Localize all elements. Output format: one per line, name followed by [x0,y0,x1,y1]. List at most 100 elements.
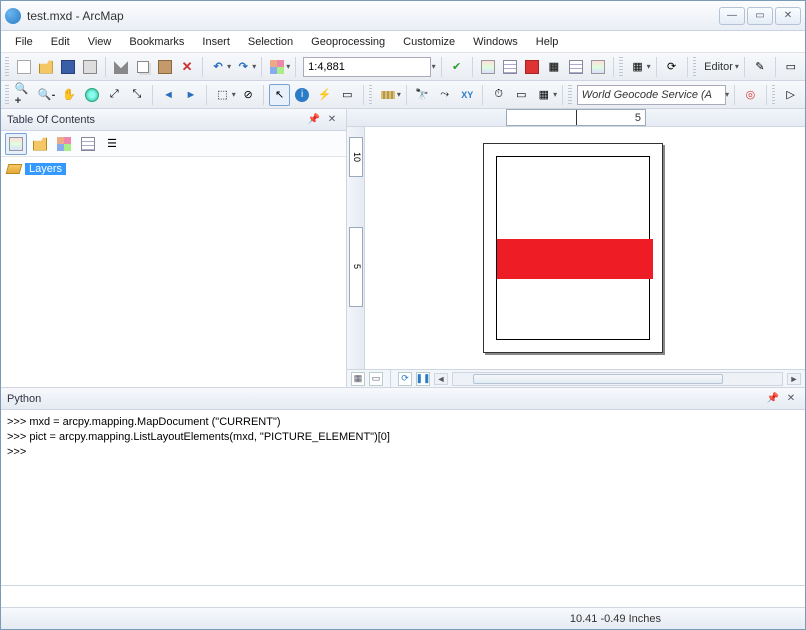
measure-button[interactable] [377,84,398,106]
menu-selection[interactable]: Selection [240,34,301,50]
scale-input[interactable] [308,61,426,73]
data-view-button[interactable]: ▦ [351,372,365,386]
python-output[interactable]: >>> mxd = arcpy.mapping.MapDocument ("CU… [1,410,805,585]
zoom-out-button[interactable]: 🔍- [36,84,57,106]
menu-file[interactable]: File [7,34,41,50]
cut-button[interactable] [111,56,131,78]
catalog-button[interactable] [478,56,498,78]
layout-view-button[interactable]: ▭ [369,372,383,386]
menu-bookmarks[interactable]: Bookmarks [121,34,192,50]
scroll-right-button[interactable]: ► [787,373,801,385]
tool1-button[interactable]: ▦ [628,56,648,78]
run-button[interactable]: ▷ [780,84,801,106]
python-input[interactable] [1,585,805,607]
goto-xy-button[interactable]: XY [457,84,478,106]
select-elements-button[interactable]: ↖ [269,84,290,106]
redo-button[interactable]: ↷ [233,56,253,78]
add-data-button[interactable] [267,56,287,78]
maximize-button[interactable]: ▭ [747,7,773,25]
identify-button[interactable]: i [292,84,313,106]
add-data-dropdown[interactable]: ▾ [286,62,290,71]
edit-tool2-button[interactable]: ▭ [781,56,801,78]
menu-customize[interactable]: Customize [395,34,463,50]
editor-toolbar-btn[interactable]: ✔ [447,56,467,78]
paste-button[interactable] [155,56,175,78]
toolbar-grip[interactable] [619,57,623,77]
menu-help[interactable]: Help [528,34,567,50]
menu-view[interactable]: View [80,34,120,50]
html-popup-button[interactable]: ▭ [337,84,358,106]
tool2-button[interactable]: ⟳ [662,56,682,78]
find-route-button[interactable]: ⤳ [434,84,455,106]
search-button[interactable] [500,56,520,78]
toolbar-grip[interactable] [369,85,373,105]
results-button[interactable] [588,56,608,78]
create-viewer-button[interactable]: ▭ [511,84,532,106]
pin-button[interactable]: 📌 [765,391,781,407]
refresh-view-button[interactable]: ⟳ [398,372,412,386]
toolbar-grip[interactable] [5,85,9,105]
pin-button[interactable]: 📌 [306,112,322,128]
new-button[interactable] [14,56,34,78]
dropdown[interactable]: ▾ [553,90,557,99]
panel-close-button[interactable]: ✕ [324,112,340,128]
modelbuilder-button[interactable] [566,56,586,78]
dropdown[interactable]: ▾ [397,90,401,99]
edit-tool-button[interactable]: ✎ [750,56,770,78]
delete-button[interactable]: ✕ [177,56,197,78]
pause-drawing-button[interactable]: ❚❚ [416,372,430,386]
undo-button[interactable]: ↶ [208,56,228,78]
menu-geoprocessing[interactable]: Geoprocessing [303,34,393,50]
toolbar-grip[interactable] [5,57,9,77]
prev-extent-button[interactable]: ◄ [158,84,179,106]
python-button[interactable]: ▦ [544,56,564,78]
open-button[interactable] [36,56,56,78]
clear-selection-button[interactable]: ⊘ [238,84,259,106]
geocode-combo[interactable]: World Geocode Service (A [577,85,726,105]
minimize-button[interactable]: — [719,7,745,25]
print-button[interactable] [80,56,100,78]
list-by-drawing-order-button[interactable] [5,133,27,155]
scale-dropdown[interactable]: ▾ [432,62,436,71]
picture-element[interactable] [497,239,653,279]
scroll-left-button[interactable]: ◄ [434,373,448,385]
fixed-zoom-in-button[interactable]: ⤢ [104,84,125,106]
layout-page[interactable] [483,143,663,353]
arctoolbox-button[interactable] [522,56,542,78]
editor-dropdown[interactable]: ▾ [735,62,739,71]
copy-button[interactable] [133,56,153,78]
scale-combo[interactable] [303,57,431,77]
menu-windows[interactable]: Windows [465,34,526,50]
horizontal-scrollbar[interactable] [452,372,783,386]
select-features-button[interactable]: ⬚ [212,84,233,106]
fixed-zoom-out-button[interactable]: ⤡ [127,84,148,106]
time-slider-button[interactable]: ⏱ [488,84,509,106]
pan-button[interactable]: ✋ [59,84,80,106]
toc-tree[interactable]: Layers [1,157,346,387]
next-extent-button[interactable]: ► [181,84,202,106]
data-frame[interactable] [496,156,650,340]
editor-label[interactable]: Editor [701,61,736,73]
toolbar-grip[interactable] [693,57,697,77]
menu-insert[interactable]: Insert [194,34,238,50]
zoom-in-button[interactable]: 🔍+ [14,84,35,106]
find-button[interactable]: 🔭 [412,84,433,106]
list-by-source-button[interactable] [29,133,51,155]
dropdown[interactable]: ▾ [232,90,236,99]
save-button[interactable] [58,56,78,78]
geocode-options-button[interactable]: ◎ [740,84,761,106]
list-by-selection-button[interactable] [77,133,99,155]
hyperlink-button[interactable]: ⚡ [314,84,335,106]
panel-close-button[interactable]: ✕ [783,391,799,407]
geocode-dropdown[interactable]: ▾ [725,90,729,99]
undo-dropdown[interactable]: ▾ [227,62,231,71]
toc-root-item[interactable]: Layers [7,163,340,175]
scrollbar-thumb[interactable] [473,374,723,384]
redo-dropdown[interactable]: ▾ [252,62,256,71]
full-extent-button[interactable] [81,84,102,106]
menu-edit[interactable]: Edit [43,34,78,50]
layout-canvas[interactable] [365,127,805,369]
toolbar-grip[interactable] [772,85,776,105]
toc-options-button[interactable]: ☰ [101,133,123,155]
close-button[interactable]: ✕ [775,7,801,25]
